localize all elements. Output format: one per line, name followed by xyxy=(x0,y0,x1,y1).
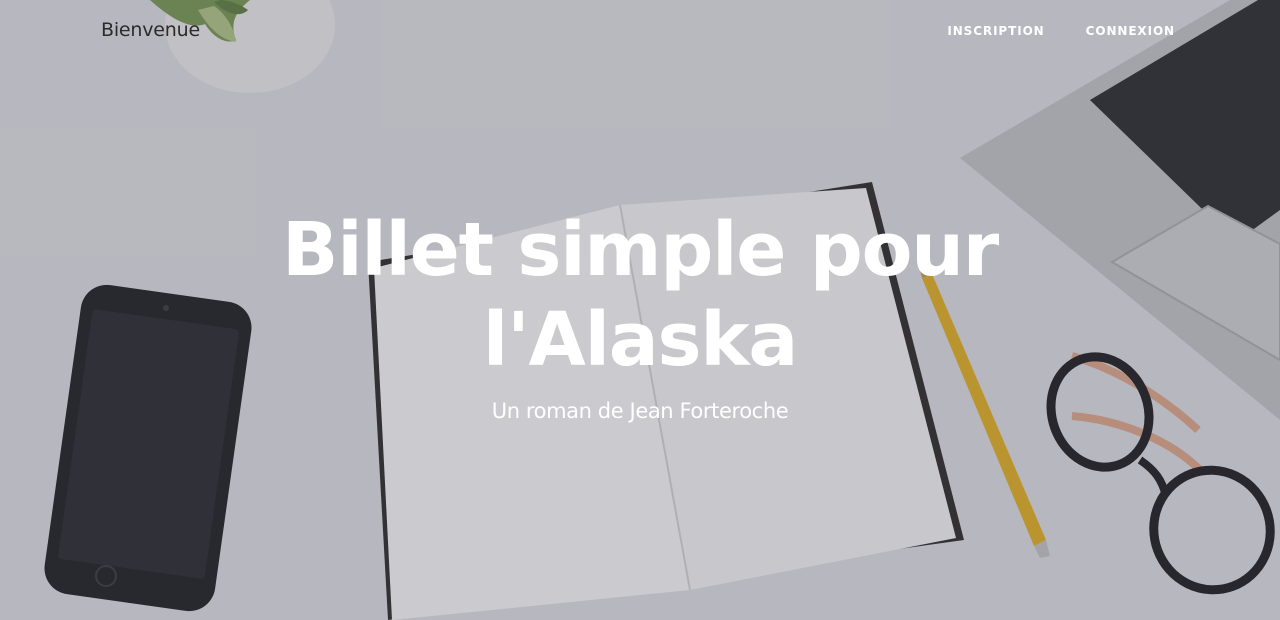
brand-link[interactable]: Bienvenue xyxy=(101,19,200,41)
navbar: Bienvenue INSCRIPTION CONNEXION xyxy=(0,0,1280,62)
page-title: Billet simple pour l'Alaska xyxy=(281,207,999,383)
nav-link-inscription[interactable]: INSCRIPTION xyxy=(947,24,1044,38)
hero-section: Bienvenue INSCRIPTION CONNEXION Billet s… xyxy=(0,0,1280,620)
masthead: Billet simple pour l'Alaska Un roman de … xyxy=(0,205,1280,423)
page-subtitle: Un roman de Jean Forteroche xyxy=(491,399,789,423)
nav-links: INSCRIPTION CONNEXION xyxy=(947,24,1175,38)
nav-link-connexion[interactable]: CONNEXION xyxy=(1086,24,1175,38)
